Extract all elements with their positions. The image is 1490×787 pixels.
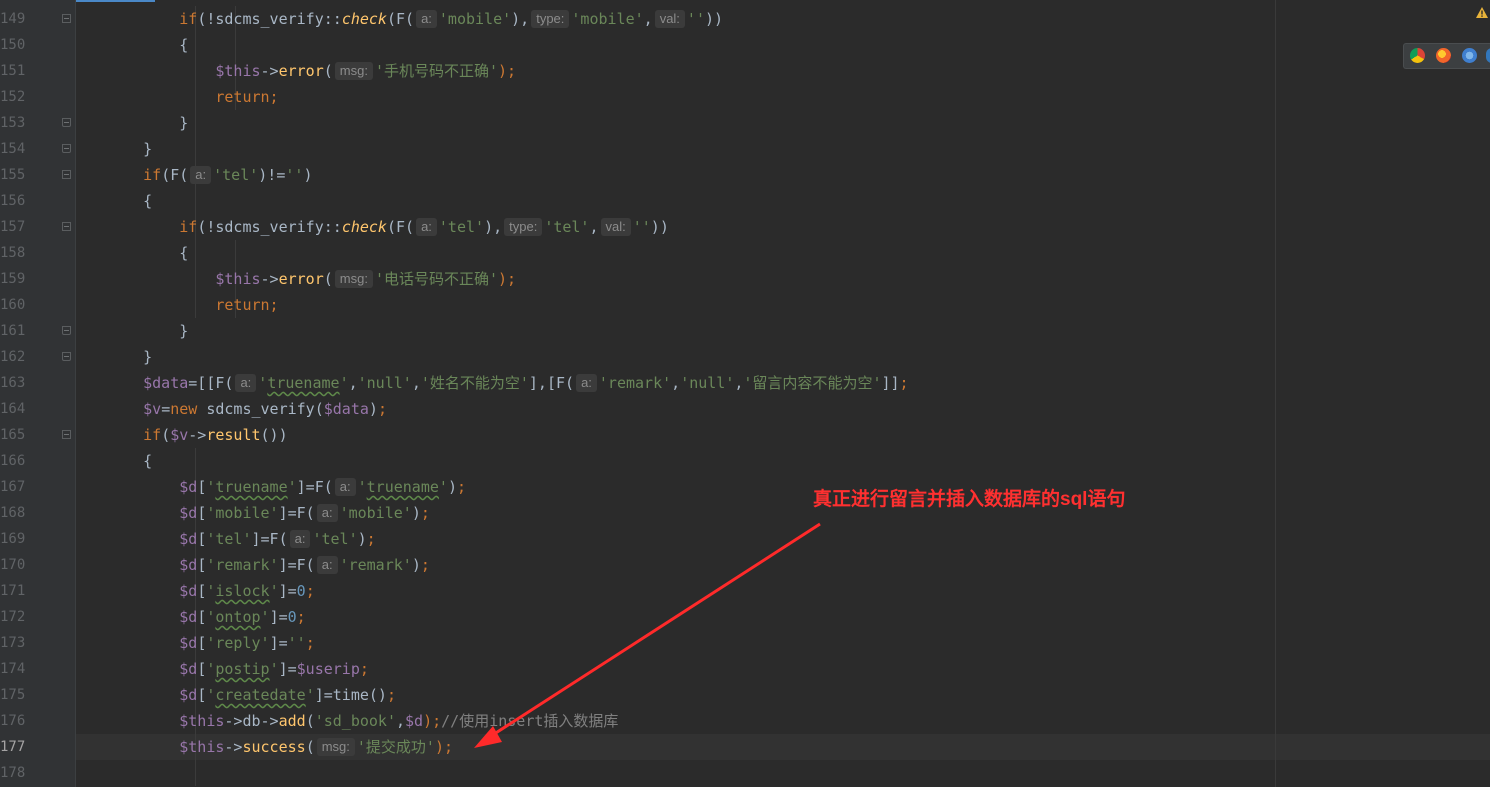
warning-icon[interactable] — [1475, 6, 1489, 20]
line-number[interactable]: 170 — [0, 552, 25, 578]
line-number[interactable]: 149 — [0, 6, 25, 32]
firefox-icon[interactable] — [1436, 48, 1451, 63]
chrome-icon[interactable] — [1410, 48, 1425, 63]
fold-toggle-icon[interactable] — [62, 222, 71, 231]
annotation-arrow — [474, 522, 821, 748]
line-number[interactable]: 167 — [0, 474, 25, 500]
line-number[interactable]: 154 — [0, 136, 25, 162]
line-number[interactable]: 174 — [0, 656, 25, 682]
line-number[interactable]: 155 — [0, 162, 25, 188]
line-number[interactable]: 153 — [0, 110, 25, 136]
line-number[interactable]: 165 — [0, 422, 25, 448]
line-number[interactable]: 173 — [0, 630, 25, 656]
line-number[interactable]: 161 — [0, 318, 25, 344]
line-number[interactable]: 159 — [0, 266, 25, 292]
line-number[interactable]: 172 — [0, 604, 25, 630]
edge-icon[interactable] — [1486, 48, 1490, 63]
line-number[interactable]: 156 — [0, 188, 25, 214]
fold-toggle-icon[interactable] — [62, 326, 71, 335]
line-number[interactable]: 158 — [0, 240, 25, 266]
line-number[interactable]: 150 — [0, 32, 25, 58]
line-number[interactable]: 177 — [0, 734, 25, 760]
line-number[interactable]: 151 — [0, 58, 25, 84]
fold-toggle-icon[interactable] — [62, 352, 71, 361]
line-number[interactable]: 160 — [0, 292, 25, 318]
line-number[interactable]: 152 — [0, 84, 25, 110]
fold-toggle-icon[interactable] — [62, 170, 71, 179]
fold-toggle-icon[interactable] — [62, 144, 71, 153]
line-number[interactable]: 168 — [0, 500, 25, 526]
fold-toggle-icon[interactable] — [62, 14, 71, 23]
annotation-label: 真正进行留言并插入数据库的sql语句 — [813, 489, 1126, 510]
line-number[interactable]: 163 — [0, 370, 25, 396]
fold-toggle-icon[interactable] — [62, 118, 71, 127]
line-number[interactable]: 176 — [0, 708, 25, 734]
code-editor[interactable]: if(!sdcms_verify::check(F(a:'mobile'), ty… — [0, 0, 1490, 787]
browser-preview-bar — [1403, 43, 1490, 69]
line-number[interactable]: 171 — [0, 578, 25, 604]
line-number[interactable]: 164 — [0, 396, 25, 422]
line-number[interactable]: 166 — [0, 448, 25, 474]
line-number[interactable]: 169 — [0, 526, 25, 552]
line-number[interactable]: 175 — [0, 682, 25, 708]
line-number[interactable]: 162 — [0, 344, 25, 370]
safari-icon[interactable] — [1462, 48, 1477, 63]
line-number[interactable]: 157 — [0, 214, 25, 240]
line-number[interactable]: 178 — [0, 760, 25, 786]
fold-toggle-icon[interactable] — [62, 430, 71, 439]
